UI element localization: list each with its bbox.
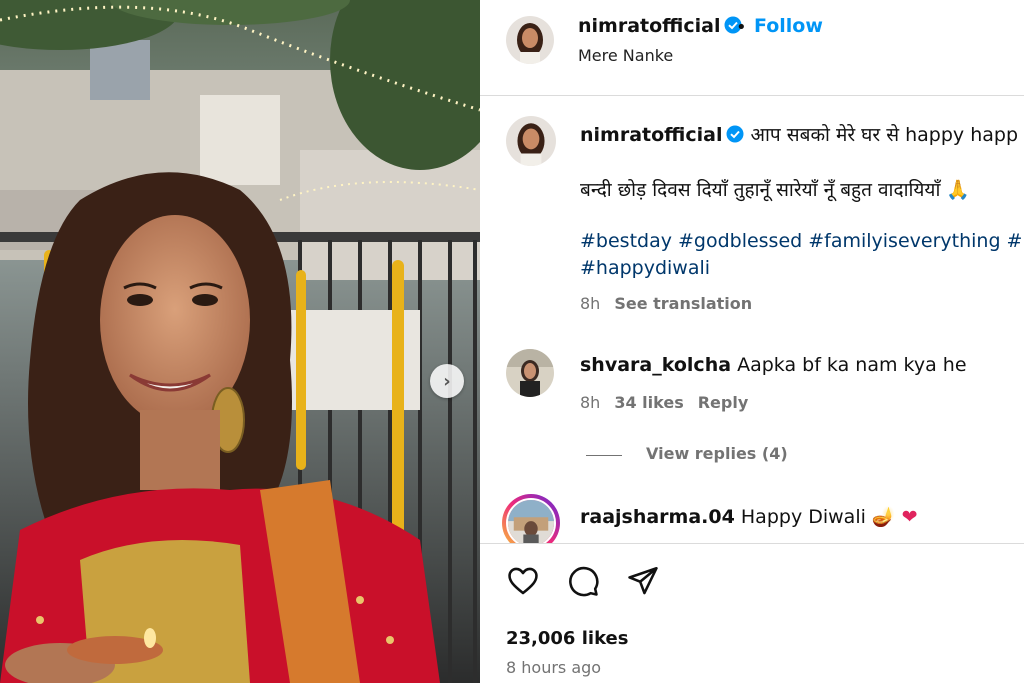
commenter-avatar[interactable]: [506, 349, 554, 397]
author-avatar[interactable]: [506, 16, 554, 64]
comment-meta: 8h 34 likes Reply: [580, 393, 748, 412]
caption-username[interactable]: nimratofficial: [580, 124, 722, 146]
commenter-avatar[interactable]: [506, 498, 556, 548]
post-details-panel: nimratofficial • Follow Mere Nanke nimra…: [480, 0, 1024, 684]
hashtag-link[interactable]: #godblessed: [678, 230, 802, 252]
reply-button[interactable]: Reply: [698, 393, 749, 412]
comment-age: 8h: [580, 393, 601, 412]
separator-dot: •: [736, 17, 747, 38]
carousel-next-button[interactable]: ›: [430, 364, 464, 398]
comment-text-row: shvara_kolcha Aapka bf ka nam kya he: [580, 354, 967, 376]
post-timestamp[interactable]: 8 hours ago: [506, 658, 601, 677]
hashtag-link[interactable]: #familyiseverything: [808, 230, 1000, 252]
comment-likes-button[interactable]: 34 likes: [614, 393, 683, 412]
caption-author-avatar[interactable]: [506, 116, 556, 166]
caption-text-line1: आप सबको मेरे घर से happy happ: [750, 124, 1019, 146]
caption-meta: 8h See translation: [580, 294, 752, 313]
folded-hands-emoji-icon: 🙏: [946, 179, 971, 201]
post-photo[interactable]: ›: [0, 0, 480, 683]
comment-body: Happy Diwali: [740, 506, 866, 528]
chevron-right-icon: ›: [443, 370, 451, 392]
caption-text-line2-text: बन्दी छोड़ दिवस दियाँ तुहानूँ सारेयाँ नू…: [580, 179, 941, 201]
heart-icon[interactable]: [506, 564, 540, 598]
hashtag-link[interactable]: #happydiwali: [580, 257, 710, 279]
post-photo-image: [0, 0, 480, 683]
comment-username[interactable]: raajsharma.04: [580, 506, 735, 528]
verified-badge-icon: [726, 125, 744, 143]
author-username[interactable]: nimratofficial: [578, 15, 742, 37]
follow-button[interactable]: Follow: [754, 15, 823, 37]
comment-body: Aapka bf ka nam kya he: [737, 354, 967, 376]
paper-plane-icon[interactable]: [626, 564, 660, 598]
header-divider: [480, 95, 1024, 96]
hashtag-link[interactable]: #bestday: [580, 230, 672, 252]
hashtag-link[interactable]: #love: [1007, 230, 1024, 252]
comment-text-row: raajsharma.04 Happy Diwali 🪔 ❤: [580, 505, 918, 528]
diya-emoji-icon: 🪔: [871, 506, 896, 528]
author-username-text[interactable]: nimratofficial: [578, 15, 720, 37]
post-action-bar: 23,006 likes 8 hours ago: [480, 543, 1024, 684]
hashtags-line1: #bestday #godblessed #familyiseverything #l…: [580, 230, 1024, 252]
caption-first-line: nimratofficial आप सबको मेरे घर से happy …: [580, 121, 1018, 147]
see-translation-button[interactable]: See translation: [614, 294, 752, 313]
replies-divider-line: [586, 455, 622, 456]
red-heart-emoji-icon: ❤: [901, 506, 918, 528]
caption-age: 8h: [580, 294, 601, 313]
caption-text-line2: बन्दी छोड़ दिवस दियाँ तुहानूँ सारेयाँ नू…: [580, 176, 970, 202]
comment-username[interactable]: shvara_kolcha: [580, 354, 731, 376]
like-count[interactable]: 23,006 likes: [506, 628, 628, 649]
comment-bubble-icon[interactable]: [566, 564, 600, 598]
post-location[interactable]: Mere Nanke: [578, 46, 673, 65]
view-replies-button[interactable]: View replies (4): [646, 444, 788, 463]
